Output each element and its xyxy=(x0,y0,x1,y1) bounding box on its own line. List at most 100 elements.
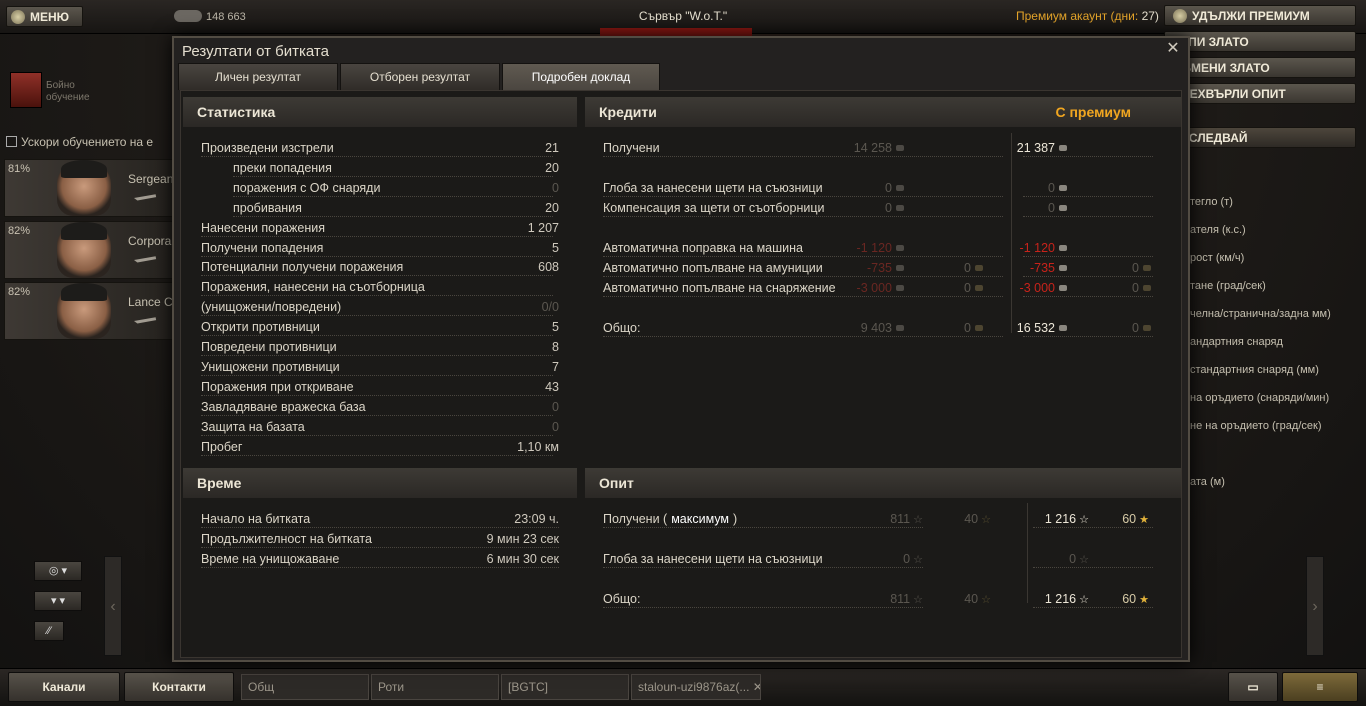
dotted-leader xyxy=(1023,156,1153,157)
stat-value: 8 xyxy=(552,340,559,354)
crew-member[interactable]: 82% Corporal xyxy=(4,221,176,279)
credits-label: Автоматично попълване на снаряжение xyxy=(603,281,836,295)
tab-personal[interactable]: Личен резултат xyxy=(178,63,338,90)
chat-channel-tab[interactable]: [BGTC] xyxy=(501,674,629,700)
value-text: -1 120 xyxy=(1019,241,1055,255)
chat-channel-tab[interactable]: Общ xyxy=(241,674,369,700)
credits-base-value: -3 000 xyxy=(857,281,904,295)
crew-member[interactable]: 82% Lance Co xyxy=(4,282,179,340)
results-panel: Статистика Кредити С премиум Време Опит П… xyxy=(180,90,1182,658)
stat-value: 7 xyxy=(552,359,559,374)
battle-button[interactable] xyxy=(600,28,752,36)
training-icon[interactable] xyxy=(10,72,42,108)
carousel-left-arrow[interactable]: ‹ xyxy=(104,556,122,656)
star-icon: ☆ xyxy=(913,554,923,566)
time-label: Продължителност на битката xyxy=(201,532,372,546)
gear-icon xyxy=(11,9,25,24)
dotted-leader xyxy=(1033,607,1153,608)
vehicle-stat-label: не на оръдието (град/сек) xyxy=(1190,420,1322,432)
dotted-leader xyxy=(201,295,553,297)
stat-value: 1,10 км xyxy=(517,439,559,454)
credits-premium-value: 16 532 xyxy=(1017,321,1067,335)
star-icon: ☆ xyxy=(913,594,923,606)
chat-channel-tab[interactable]: Роти xyxy=(371,674,499,700)
value-text: 0 xyxy=(964,261,971,275)
crew-portrait xyxy=(57,222,111,278)
time-value: 9 мин 23 сек xyxy=(486,532,559,546)
stat-label: преки попадения xyxy=(233,160,332,175)
dotted-leader xyxy=(201,434,553,436)
stat-value: 20 xyxy=(545,200,559,215)
server-name: Сървър "W.o.T." xyxy=(638,9,728,23)
credits-label: Глоба за нанесени щети на съюзници xyxy=(603,181,823,195)
gold-icon xyxy=(1143,265,1151,271)
channels-button[interactable]: Канали xyxy=(8,672,120,702)
credits-premium-value: -1 120 xyxy=(1020,241,1067,255)
credits-label: Получени xyxy=(603,141,660,155)
crew-member[interactable]: 81% Sergeant xyxy=(4,159,177,217)
globe-dropdown[interactable]: ◎ ▾ xyxy=(34,561,82,581)
filter-dropdown[interactable]: ▾ ▾ xyxy=(34,591,82,611)
dotted-leader xyxy=(201,315,553,317)
close-icon[interactable]: ✕ xyxy=(1164,40,1182,58)
dotted-leader xyxy=(201,255,553,257)
xp-base-value: 811 ☆ xyxy=(890,592,923,606)
value-text: 1 216 xyxy=(1044,512,1077,526)
credits-icon xyxy=(1059,265,1067,271)
buy-gold-button[interactable]: КУПИ ЗЛАТО xyxy=(1164,31,1356,52)
stat-label: Пробег xyxy=(201,439,243,454)
xp-label-text: Глоба за нанесени щети на съюзници xyxy=(603,552,823,566)
chat-icon[interactable]: ▭ xyxy=(1228,672,1278,702)
exchange-gold-button[interactable]: ОБМЕНИ ЗЛАТО xyxy=(1164,57,1356,78)
close-icon[interactable]: ✕ xyxy=(753,680,760,694)
value-text: 60 xyxy=(1122,592,1137,606)
chat-channel-tab[interactable]: staloun-uzi9876az(... ✕ xyxy=(631,674,761,700)
credits-label: Общо: xyxy=(603,321,641,335)
tab-detailed[interactable]: Подробен доклад xyxy=(502,63,660,90)
shells-icon[interactable]: ⁄⁄ xyxy=(34,621,64,641)
dotted-leader xyxy=(233,195,553,197)
stat-value: 0 xyxy=(552,180,559,195)
time-value: 23:09 ч. xyxy=(514,512,559,526)
gold-base-value: 0 xyxy=(964,281,983,295)
vehicle-stat-label: на оръдието (снаряди/мин) xyxy=(1190,392,1330,404)
transfer-xp-button[interactable]: ПРЕХВЪРЛИ ОПИТ xyxy=(1164,83,1356,104)
credits-icon xyxy=(1059,205,1067,211)
divider xyxy=(1027,503,1028,603)
credits-icon xyxy=(896,245,904,251)
dotted-leader xyxy=(233,175,553,177)
star-icon: ☆ xyxy=(913,514,923,526)
time-value: 6 мин 30 сек xyxy=(486,552,559,566)
research-button[interactable]: ИЗСЛЕДВАЙ xyxy=(1164,127,1356,148)
tab-team[interactable]: Отборен резултат xyxy=(340,63,500,90)
accelerate-training-checkbox[interactable]: Ускори обучението на е xyxy=(6,135,153,149)
carousel-right-arrow[interactable]: › xyxy=(1306,556,1324,656)
free-xp-premium-value: 60 ★ xyxy=(1122,512,1149,526)
stat-value: 5 xyxy=(552,240,559,255)
stat-label: пробивания xyxy=(233,200,302,215)
value-text: 0 xyxy=(964,321,971,335)
menu-button[interactable]: МЕНЮ xyxy=(6,6,83,27)
dotted-leader xyxy=(1023,216,1153,217)
credits-label: Автоматично попълване на амуниции xyxy=(603,261,823,275)
xp-premium-value: 0 ☆ xyxy=(1069,552,1089,566)
dotted-leader xyxy=(201,414,553,416)
extend-premium-button[interactable]: УДЪЛЖИ ПРЕМИУМ xyxy=(1164,5,1356,26)
dotted-leader xyxy=(201,567,559,568)
star-icon: ☆ xyxy=(1079,554,1089,566)
star-icon: ☆ xyxy=(981,594,991,606)
value-text: 40 xyxy=(964,512,979,526)
contacts-button[interactable]: Контакти xyxy=(124,672,234,702)
credits-icon xyxy=(1059,145,1067,151)
premium-icon xyxy=(1173,8,1187,23)
stat-value: 0 xyxy=(552,419,559,434)
dotted-leader xyxy=(1023,196,1153,197)
value-text: -3 000 xyxy=(856,281,892,295)
section-time: Време xyxy=(183,468,577,498)
value-text: 40 xyxy=(964,592,979,606)
free-xp-premium-value: 60 ★ xyxy=(1122,592,1149,606)
xp-label-text: ) xyxy=(733,512,738,526)
list-icon[interactable]: ≡ xyxy=(1282,672,1358,702)
vehicle-stat-label: рост (км/ч) xyxy=(1190,252,1245,264)
stat-label: Произведени изстрели xyxy=(201,141,334,155)
